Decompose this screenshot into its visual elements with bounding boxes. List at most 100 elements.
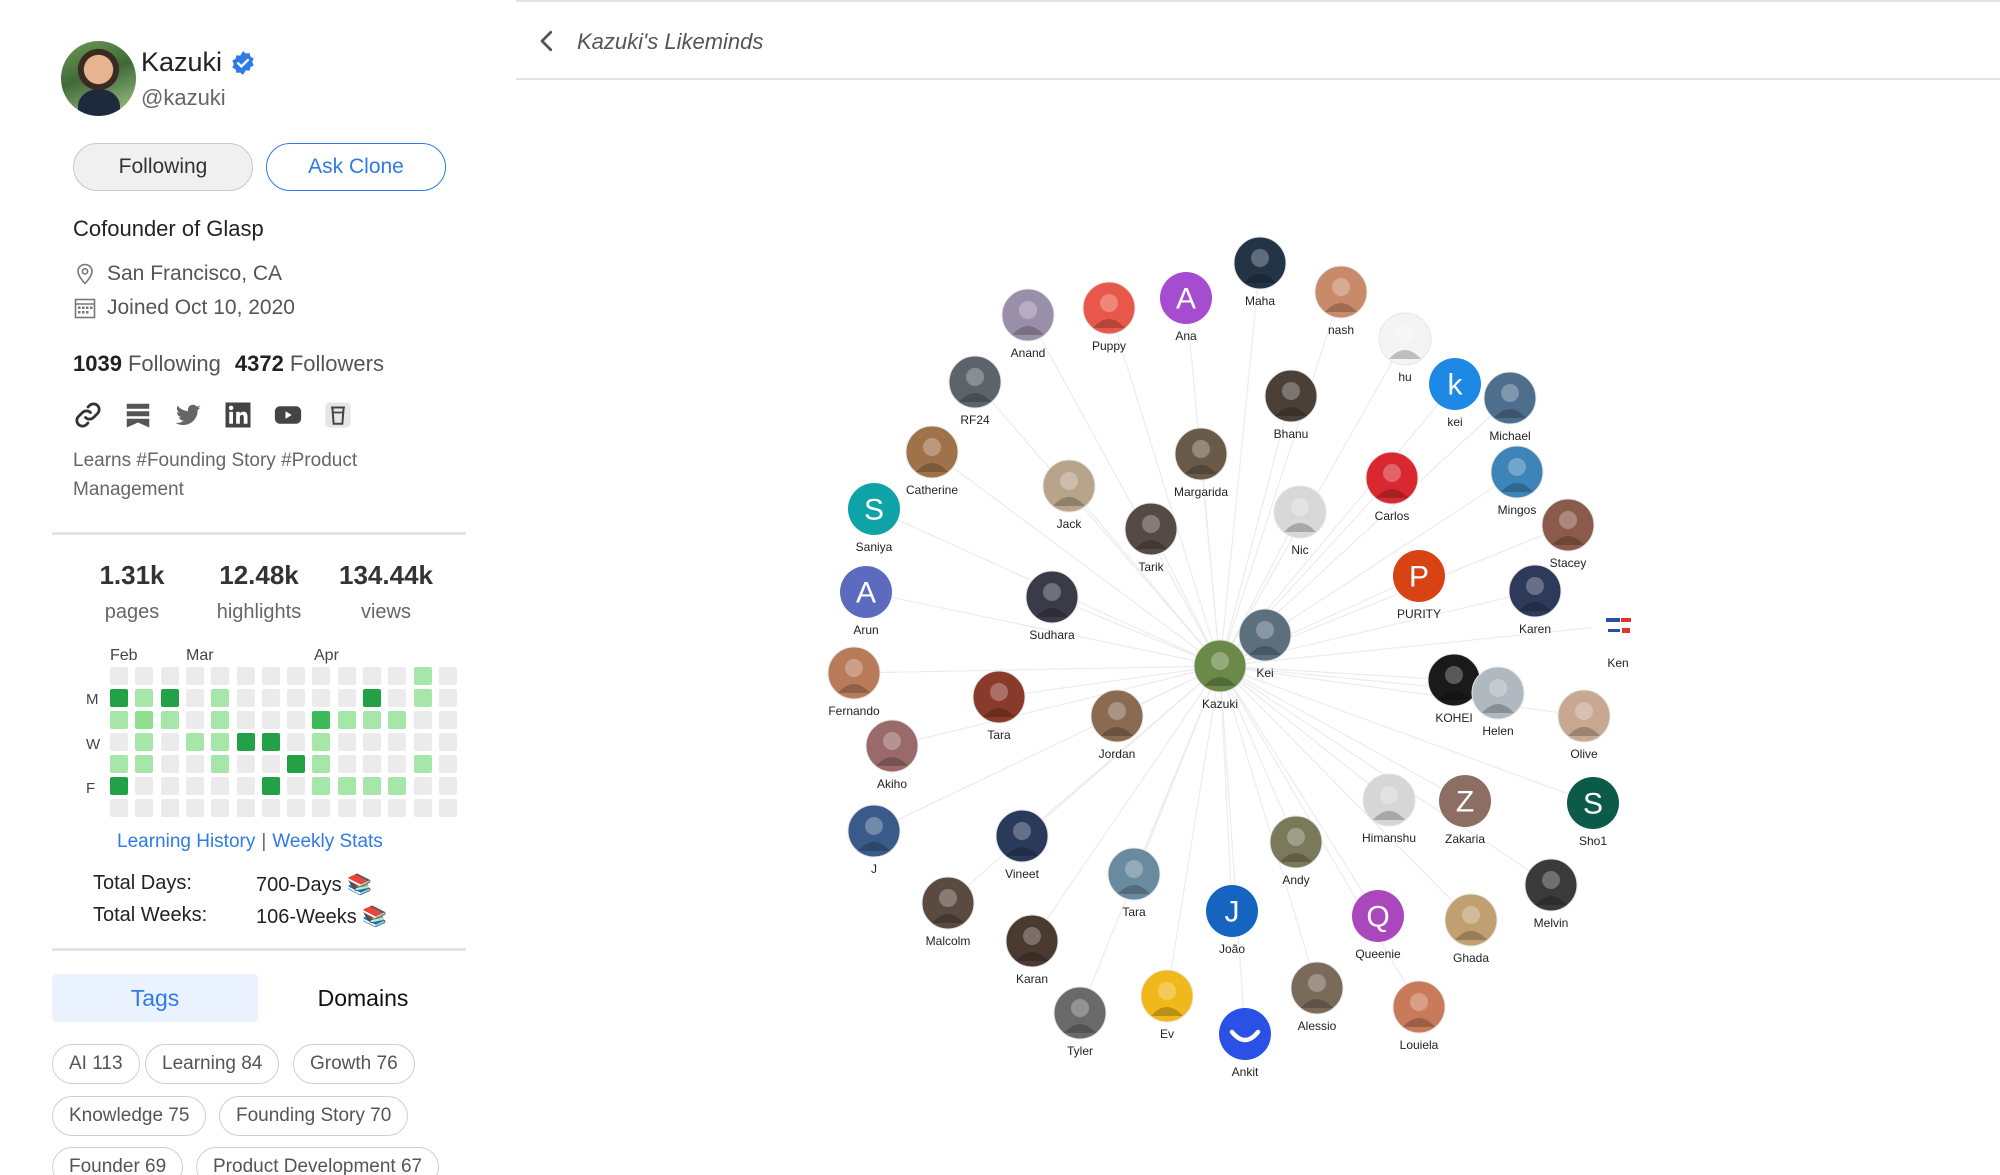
graph-node[interactable]: Stacey xyxy=(1541,498,1595,570)
graph-node[interactable]: Melvin xyxy=(1524,858,1578,930)
graph-node[interactable]: Ken xyxy=(1592,599,1644,670)
heatmap-cell[interactable] xyxy=(312,689,331,707)
heatmap-cell[interactable] xyxy=(261,667,280,685)
graph-node[interactable]: A Arun xyxy=(840,566,892,637)
heatmap-cell[interactable] xyxy=(337,733,356,751)
tag-chip[interactable]: Learning 84 xyxy=(145,1044,280,1084)
graph-node[interactable]: A Ana xyxy=(1160,272,1212,343)
heatmap-cell[interactable] xyxy=(110,689,128,707)
heatmap-cell[interactable] xyxy=(185,777,204,795)
graph-node[interactable]: Carlos xyxy=(1365,451,1419,523)
graph-node[interactable]: Puppy xyxy=(1082,281,1136,353)
graph-node[interactable]: Michael xyxy=(1483,371,1537,443)
heatmap-cell[interactable] xyxy=(413,755,432,773)
ask-clone-button[interactable]: Ask Clone xyxy=(266,143,446,191)
graph-node[interactable]: Maha xyxy=(1233,236,1287,308)
heatmap-cell[interactable] xyxy=(211,777,230,795)
heatmap-cell[interactable] xyxy=(211,799,230,817)
heatmap-cell[interactable] xyxy=(413,777,432,795)
heatmap-cell[interactable] xyxy=(363,667,381,685)
heatmap-cell[interactable] xyxy=(287,777,306,795)
heatmap-cell[interactable] xyxy=(388,755,407,773)
graph-node[interactable]: Olive xyxy=(1557,689,1611,761)
heatmap-cell[interactable] xyxy=(312,777,331,795)
heatmap-cell[interactable] xyxy=(261,711,280,729)
heatmap-cell[interactable] xyxy=(261,733,280,751)
graph-node[interactable]: Vineet xyxy=(995,809,1049,881)
graph-node[interactable]: Malcolm xyxy=(921,876,975,948)
heatmap-cell[interactable] xyxy=(236,667,255,685)
graph-node[interactable]: RF24 xyxy=(948,355,1002,427)
graph-node[interactable]: Karan xyxy=(1005,914,1059,986)
graph-node[interactable]: P PURITY xyxy=(1393,550,1445,621)
heatmap-cell[interactable] xyxy=(388,799,407,817)
heatmap-cell[interactable] xyxy=(185,733,204,751)
graph-node[interactable]: Helen xyxy=(1471,666,1525,738)
heatmap-cell[interactable] xyxy=(236,755,255,773)
heatmap-cell[interactable] xyxy=(413,689,432,707)
heatmap-cell[interactable] xyxy=(160,689,179,707)
learning-history-link[interactable]: Learning History xyxy=(117,831,255,853)
tag-chip[interactable]: AI 113 xyxy=(52,1044,140,1084)
heatmap-cell[interactable] xyxy=(438,689,457,707)
heatmap-cell[interactable] xyxy=(287,667,306,685)
graph-node[interactable]: Ankit xyxy=(1219,1008,1271,1079)
graph-node[interactable]: Jordan xyxy=(1090,689,1144,761)
graph-node[interactable]: Tyler xyxy=(1053,986,1107,1058)
heatmap-cell[interactable] xyxy=(211,667,230,685)
heatmap-cell[interactable] xyxy=(261,689,280,707)
heatmap-cell[interactable] xyxy=(110,799,128,817)
heatmap-cell[interactable] xyxy=(337,667,356,685)
heatmap-cell[interactable] xyxy=(211,711,230,729)
heatmap-cell[interactable] xyxy=(135,733,154,751)
heatmap-cell[interactable] xyxy=(312,667,331,685)
heatmap-cell[interactable] xyxy=(160,733,179,751)
graph-node[interactable]: Akiho xyxy=(865,719,919,791)
heatmap-cell[interactable] xyxy=(363,777,381,795)
heatmap-cell[interactable] xyxy=(287,689,306,707)
heatmap-cell[interactable] xyxy=(236,799,255,817)
heatmap-cell[interactable] xyxy=(236,711,255,729)
tag-chip[interactable]: Founder 69 xyxy=(52,1147,184,1175)
heatmap-cell[interactable] xyxy=(438,733,457,751)
heatmap-cell[interactable] xyxy=(185,799,204,817)
graph-node[interactable]: k kei xyxy=(1429,358,1481,429)
graph-node[interactable]: Ghada xyxy=(1444,893,1498,965)
graph-node[interactable]: S Sho1 xyxy=(1567,777,1619,848)
heatmap-cell[interactable] xyxy=(312,733,331,751)
heatmap-cell[interactable] xyxy=(110,733,128,751)
heatmap-cell[interactable] xyxy=(287,711,306,729)
graph-node[interactable]: J xyxy=(847,804,901,876)
heatmap-cell[interactable] xyxy=(438,777,457,795)
heatmap-cell[interactable] xyxy=(413,667,432,685)
heatmap-cell[interactable] xyxy=(110,755,128,773)
heatmap-cell[interactable] xyxy=(110,777,128,795)
heatmap-cell[interactable] xyxy=(135,667,154,685)
following-stat[interactable]: 1039 Following xyxy=(73,351,221,377)
heatmap-cell[interactable] xyxy=(388,711,407,729)
graph-node[interactable]: Andy xyxy=(1269,815,1323,887)
link-icon[interactable] xyxy=(73,400,103,430)
heatmap-cell[interactable] xyxy=(160,667,179,685)
graph-node[interactable]: Q Queenie xyxy=(1352,890,1404,961)
heatmap-cell[interactable] xyxy=(438,799,457,817)
heatmap-cell[interactable] xyxy=(135,755,154,773)
graph-node[interactable]: Karen xyxy=(1508,564,1562,636)
heatmap-cell[interactable] xyxy=(110,667,128,685)
graph-node[interactable]: Margarida xyxy=(1174,427,1228,499)
heatmap-cell[interactable] xyxy=(388,689,407,707)
heatmap-cell[interactable] xyxy=(438,711,457,729)
heatmap-cell[interactable] xyxy=(363,689,381,707)
heatmap-cell[interactable] xyxy=(312,799,331,817)
glasp-icon[interactable] xyxy=(123,400,153,430)
tab-tags[interactable]: Tags xyxy=(52,974,258,1022)
heatmap-cell[interactable] xyxy=(211,755,230,773)
heatmap-cell[interactable] xyxy=(337,799,356,817)
heatmap-cell[interactable] xyxy=(110,711,128,729)
graph-node[interactable]: Mingos xyxy=(1490,445,1544,517)
heatmap-cell[interactable] xyxy=(413,733,432,751)
graph-node[interactable]: Bhanu xyxy=(1264,369,1318,441)
heatmap-cell[interactable] xyxy=(388,777,407,795)
weekly-stats-link[interactable]: Weekly Stats xyxy=(272,831,383,853)
graph-node[interactable]: Louiela xyxy=(1392,980,1446,1052)
